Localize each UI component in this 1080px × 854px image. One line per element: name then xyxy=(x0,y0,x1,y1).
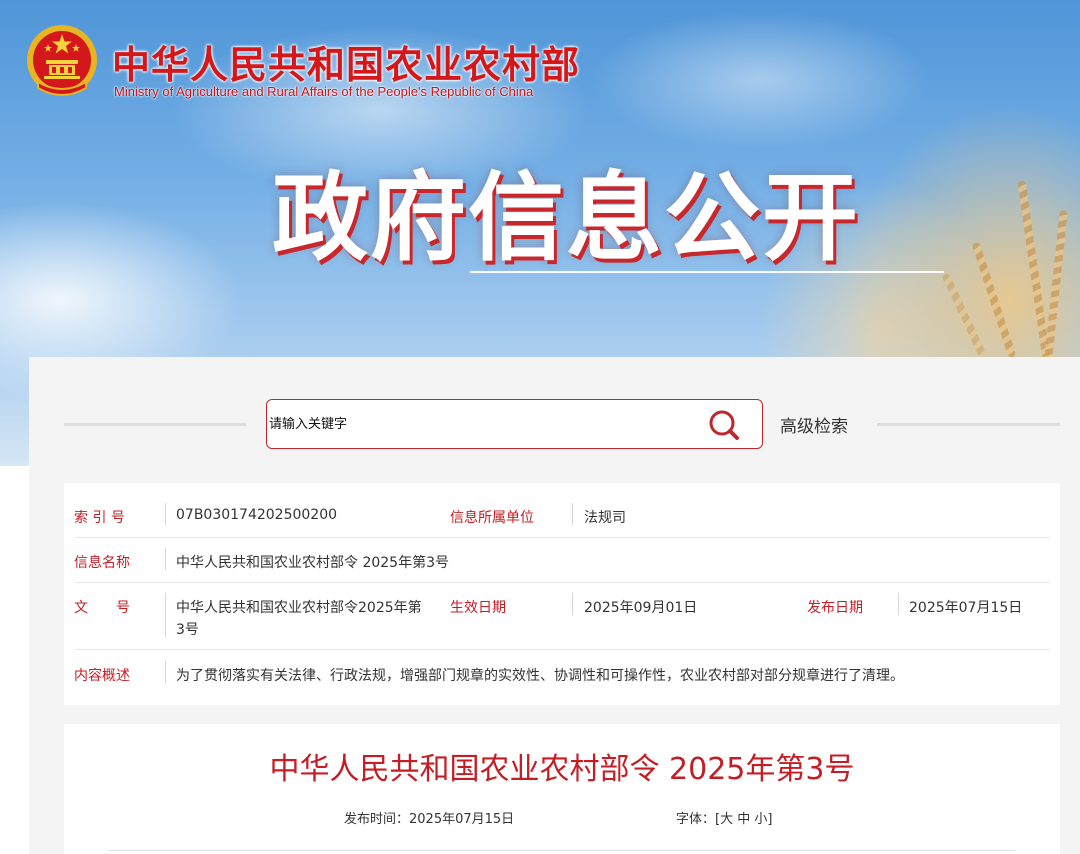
unit-value: 法规司 xyxy=(584,510,626,526)
search-input[interactable] xyxy=(267,400,687,448)
name-label: 信息名称 xyxy=(74,555,130,571)
font-small-button[interactable]: 小 xyxy=(754,812,767,827)
summary-value: 为了贯彻落实有关法律、行政法规，增强部门规章的实效性、协调性和可操作性，农业农村… xyxy=(176,668,904,684)
advanced-search-link[interactable]: 高级检索 xyxy=(780,412,848,437)
cell-divider xyxy=(165,503,166,525)
cell-divider xyxy=(572,503,573,525)
effective-date-label: 生效日期 xyxy=(450,600,506,616)
site-title[interactable]: 中华人民共和国农业农村部 xyxy=(112,34,580,89)
row-divider xyxy=(74,582,1050,583)
name-value: 中华人民共和国农业农村部令 2025年第3号 xyxy=(176,555,449,571)
search-divider-right xyxy=(877,423,1060,426)
search-icon xyxy=(709,410,739,440)
cell-divider xyxy=(165,548,166,570)
doc-number-value-line2: 3号 xyxy=(176,622,199,638)
summary-label: 内容概述 xyxy=(74,668,130,684)
doc-number-value-line1: 中华人民共和国农业农村部令2025年第 xyxy=(176,600,422,616)
cell-divider xyxy=(165,593,166,637)
article-publish-time: 发布时间：2025年07月15日 xyxy=(344,808,514,827)
row-divider xyxy=(74,649,1050,650)
font-size-selector: 字体：[大 中 小] xyxy=(676,808,773,827)
font-size-label: 字体： xyxy=(676,812,716,827)
row-divider xyxy=(74,537,1050,538)
font-medium-button[interactable]: 中 xyxy=(737,812,750,827)
info-table: 索 引 号 07B030174202500200 信息所属单位 法规司 信息名称… xyxy=(64,483,1060,705)
search-button[interactable] xyxy=(706,408,744,442)
cell-divider xyxy=(165,661,166,683)
wheat-decoration xyxy=(1044,209,1068,361)
publish-time-value: 2025年07月15日 xyxy=(409,812,515,827)
search-box xyxy=(266,399,763,449)
article-divider xyxy=(109,850,1015,851)
wheat-decoration xyxy=(941,272,987,358)
content-panel: 高级检索 索 引 号 07B030174202500200 信息所属单位 法规司… xyxy=(29,357,1080,854)
wheat-decoration xyxy=(1017,180,1051,360)
search-divider-left xyxy=(64,423,246,426)
index-value: 07B030174202500200 xyxy=(176,507,338,523)
national-emblem-icon xyxy=(27,25,97,96)
unit-label: 信息所属单位 xyxy=(450,510,534,526)
index-label: 索 引 号 xyxy=(74,510,125,526)
effective-date-value: 2025年09月01日 xyxy=(584,600,698,616)
hero-divider xyxy=(470,271,944,273)
doc-number-label: 文 号 xyxy=(74,600,130,616)
article-title: 中华人民共和国农业农村部令 2025年第3号 xyxy=(269,752,855,787)
cell-divider xyxy=(572,593,573,615)
font-large-button[interactable]: 大 xyxy=(720,812,733,827)
publish-date-value: 2025年07月15日 xyxy=(909,600,1023,616)
cell-divider xyxy=(898,593,899,615)
font-bracket-close: ] xyxy=(767,812,773,827)
article: 中华人民共和国农业农村部令 2025年第3号 发布时间：2025年07月15日 … xyxy=(64,724,1060,854)
site-subtitle: Ministry of Agriculture and Rural Affair… xyxy=(114,84,534,99)
hero-title: 政府信息公开 xyxy=(272,162,860,274)
publish-time-label: 发布时间： xyxy=(344,812,410,827)
publish-date-label: 发布日期 xyxy=(807,600,863,616)
